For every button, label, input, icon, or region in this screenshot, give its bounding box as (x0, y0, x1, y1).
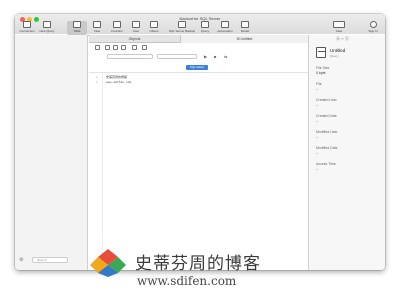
backup-label: SQL Server Backup (168, 29, 196, 33)
query-icon (201, 21, 209, 28)
inspector-object-name: Untitled (330, 48, 346, 53)
sql-server-backup-button[interactable]: SQL Server Backup (167, 21, 197, 35)
function-label: Function (111, 29, 123, 33)
connection-select[interactable] (107, 54, 153, 59)
watermark-logo-icon (90, 249, 126, 277)
new-query-button[interactable]: New Query (37, 21, 57, 35)
table-label: Table (73, 29, 81, 33)
prop-label: File Size (316, 66, 330, 70)
table-button[interactable]: Table (67, 21, 87, 35)
watermark: 史蒂芬周的博客 www.sdifen.com (90, 239, 330, 293)
prop-label: Modified User (316, 130, 338, 134)
new-query-label: New Query (39, 29, 55, 33)
automation-label: Automation (217, 29, 233, 33)
gear-icon[interactable]: ⚙ (19, 257, 23, 263)
inspector-tab-icons[interactable]: ⓪ ‹› ▥ (336, 36, 349, 42)
others-label: Others (149, 29, 159, 33)
model-icon (241, 21, 249, 28)
tab-bar: Objects ⊞ Untitled (89, 35, 308, 43)
save-icon[interactable] (95, 45, 100, 50)
view-toggle-label: View (335, 29, 343, 33)
export-icon[interactable] (142, 45, 147, 50)
model-label: Model (240, 29, 250, 33)
connection-icon (23, 21, 31, 28)
user-label: User (132, 29, 140, 33)
sidebar-search-input[interactable]: Search (32, 257, 68, 263)
new-query-icon (43, 21, 51, 28)
watermark-url: www.sdifen.com (137, 274, 237, 288)
navigation-sidebar: ⚙ Search (15, 35, 88, 270)
prop-label: Created User (316, 98, 337, 102)
database-select[interactable] (157, 54, 197, 59)
prop-value: -- (316, 135, 319, 139)
function-button[interactable]: Function (107, 21, 127, 35)
query-selectors: ▶ ■ ⇆ (89, 54, 308, 61)
query-label: Query (200, 29, 210, 33)
stop-button[interactable]: ■ (214, 54, 216, 59)
line-number: 2 (96, 80, 98, 84)
sign-in-label: Sign In (368, 29, 378, 33)
code-snippet-icon[interactable] (121, 45, 126, 50)
prop-label: File (316, 82, 322, 86)
query-builder-icon[interactable] (105, 45, 110, 50)
function-icon (113, 21, 121, 28)
beautify-sql-icon[interactable] (113, 45, 118, 50)
sign-in-button[interactable]: Sign In (363, 21, 383, 35)
run-button[interactable]: ▶ (204, 54, 207, 59)
connection-button[interactable]: Connection (17, 21, 37, 35)
query-button[interactable]: Query (195, 21, 215, 35)
watermark-title: 史蒂芬周的博客 (135, 254, 261, 274)
prop-label: Created Date (316, 114, 337, 118)
app-window: Navicat for SQL Server Connection New Qu… (15, 14, 385, 270)
query-file-icon (316, 47, 326, 58)
tab-objects[interactable]: Objects (89, 35, 181, 43)
query-toolbar (89, 44, 308, 52)
connection-label: Connection (19, 29, 35, 33)
model-button[interactable]: Model (235, 21, 255, 35)
view-toggle-button[interactable]: View (329, 21, 349, 35)
main-toolbar: Connection New Query Table View Function… (15, 21, 385, 35)
view-icon (93, 21, 101, 28)
code-line: 史蒂芬周的博客 (106, 75, 128, 79)
explain-button[interactable]: ⇆ (224, 54, 227, 59)
prop-value: 0 byte (316, 71, 326, 75)
panels-icon (333, 21, 345, 28)
table-icon (73, 21, 81, 28)
user-button[interactable]: User (126, 21, 146, 35)
view-label: View (93, 29, 101, 33)
tab-untitled-label: Untitled (240, 37, 253, 41)
inspector-object-type: Query (330, 54, 339, 58)
text-icon[interactable] (132, 45, 137, 50)
automation-icon (221, 21, 229, 28)
line-number: 1 (96, 75, 98, 79)
backup-icon (178, 21, 186, 28)
prop-label: Access Time (316, 162, 336, 166)
others-button[interactable]: Others (144, 21, 164, 35)
prop-value: -- (316, 119, 319, 123)
code-line: www.sdifen.com (106, 80, 132, 84)
others-icon (150, 21, 158, 28)
user-avatar-icon (369, 21, 377, 28)
sql-editor-tooltip: SQL Editor (186, 65, 208, 70)
tab-untitled[interactable]: ⊞ Untitled (181, 35, 308, 43)
prop-value: -- (316, 103, 319, 107)
user-icon (132, 21, 140, 28)
prop-value: -- (316, 167, 319, 171)
view-button[interactable]: View (87, 21, 107, 35)
prop-label: Modified Date (316, 146, 338, 150)
object-inspector: ⓪ ‹› ▥ Untitled Query File Size 0 byte F… (308, 35, 385, 270)
automation-button[interactable]: Automation (215, 21, 235, 35)
prop-value: -- (316, 87, 319, 91)
prop-value: -- (316, 151, 319, 155)
